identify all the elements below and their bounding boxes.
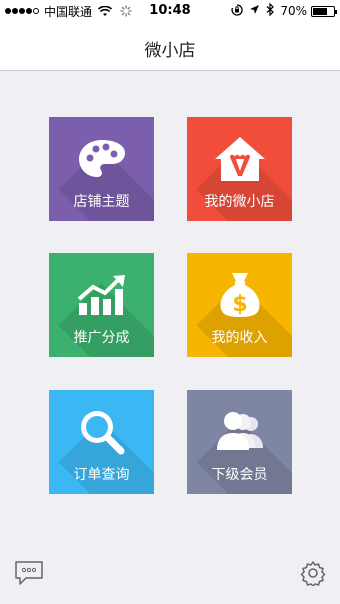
shop-house-icon [187, 133, 292, 185]
chat-icon [14, 561, 44, 590]
rotation-lock-icon [231, 3, 244, 19]
page-title: 微小店 [144, 41, 196, 61]
tile-label: 店铺主题 [73, 194, 130, 210]
battery-icon [311, 5, 337, 17]
tile-promotion-share[interactable]: 推广分成 [49, 253, 154, 357]
tile-label: 订单查询 [73, 467, 130, 483]
growth-chart-icon [49, 269, 154, 321]
location-icon [249, 4, 260, 18]
tile-sub-members[interactable]: 下级会员 [187, 390, 292, 494]
settings-button[interactable] [300, 560, 330, 587]
tile-my-income[interactable]: $ 我的收入 [187, 253, 292, 357]
tile-label: 下级会员 [211, 467, 268, 483]
gear-icon [300, 561, 326, 590]
status-right: 70% [225, 2, 337, 19]
tile-my-shop[interactable]: 我的微小店 [187, 117, 292, 221]
status-bar: 中国联通 10:48 70% [0, 0, 340, 22]
battery-percent: 70% [280, 4, 307, 18]
chat-button[interactable] [14, 560, 44, 586]
palette-icon [49, 133, 154, 185]
members-icon [187, 406, 292, 458]
tile-order-query[interactable]: 订单查询 [49, 390, 154, 494]
bluetooth-icon [266, 2, 275, 19]
svg-text:$: $ [232, 292, 247, 317]
tile-label: 我的微小店 [204, 194, 275, 210]
tile-label: 我的收入 [211, 330, 268, 346]
tile-label: 推广分成 [73, 330, 130, 346]
search-icon [49, 406, 154, 458]
tile-shop-theme[interactable]: 店铺主题 [49, 117, 154, 221]
money-bag-icon: $ [187, 269, 292, 321]
navigation-bar: 微小店 [0, 22, 340, 71]
